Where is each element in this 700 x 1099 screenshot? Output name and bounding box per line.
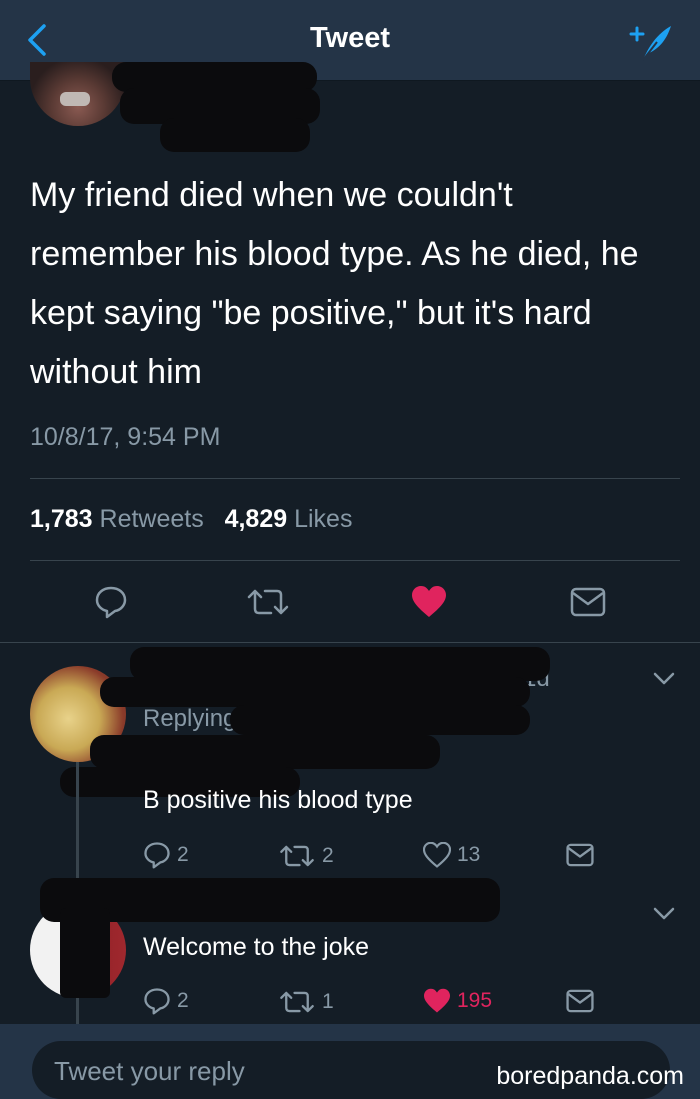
page-title: Tweet <box>309 22 391 54</box>
reply-tweet[interactable]: Welcome to the joke 2 1 195 <box>0 878 700 1024</box>
heart-filled-icon <box>412 586 446 617</box>
tweet-stats: 1,783 Retweets 4,829 Likes <box>30 505 352 534</box>
chevron-down-icon[interactable] <box>652 671 676 687</box>
retweet-count: 2 <box>322 844 334 867</box>
chevron-down-icon[interactable] <box>652 906 676 922</box>
like-count: 13 <box>457 843 481 866</box>
retweet-button[interactable]: 2 <box>278 843 334 869</box>
retweet-count[interactable]: 1,783 Retweets <box>30 505 204 533</box>
reply-icon <box>144 842 170 869</box>
retweet-count: 1 <box>322 990 334 1013</box>
retweet-icon <box>280 991 314 1013</box>
divider <box>30 478 680 479</box>
redaction-scribble <box>160 118 310 152</box>
reply-button[interactable]: 2 <box>143 987 189 1015</box>
watermark: boredpanda.com <box>496 1062 684 1090</box>
envelope-icon <box>566 989 594 1013</box>
like-count[interactable]: 4,829 Likes <box>225 505 353 533</box>
reply-text: B positive his blood type <box>143 786 413 814</box>
reply-icon <box>144 988 170 1015</box>
divider <box>30 560 680 561</box>
like-button[interactable]: 13 <box>423 842 480 868</box>
share-dm-button[interactable] <box>566 989 594 1013</box>
like-count: 195 <box>457 989 493 1012</box>
reply-count: 2 <box>177 989 189 1012</box>
like-button[interactable] <box>411 585 447 619</box>
envelope-icon <box>566 843 594 867</box>
heart-filled-icon <box>424 988 450 1013</box>
redaction-scribble <box>230 705 530 735</box>
share-dm-button[interactable] <box>570 587 606 617</box>
compose-tweet-icon[interactable] <box>623 20 675 64</box>
tweet-timestamp: 10/8/17, 9:54 PM <box>30 423 221 451</box>
reply-icon <box>95 586 127 619</box>
reply-input-placeholder: Tweet your reply <box>54 1056 245 1086</box>
reply-tweet[interactable]: ·1d Replying to B positive his blood typ… <box>0 643 700 888</box>
reply-text: Welcome to the joke <box>143 933 370 961</box>
envelope-icon <box>570 587 606 617</box>
reply-button[interactable] <box>94 585 128 619</box>
redaction-scribble <box>60 908 110 998</box>
redaction-scribble <box>130 647 550 681</box>
thread-line <box>76 762 79 886</box>
retweet-icon <box>280 845 314 867</box>
share-dm-button[interactable] <box>566 843 594 867</box>
redaction-scribble <box>90 735 440 769</box>
redaction-scribble <box>100 677 530 707</box>
reply-button[interactable]: 2 <box>143 841 189 869</box>
retweet-icon <box>247 589 289 615</box>
reply-count: 2 <box>177 843 189 866</box>
retweet-button[interactable] <box>245 587 291 617</box>
like-button[interactable]: 195 <box>423 988 492 1014</box>
tweet-text: My friend died when we couldn't remember… <box>30 176 639 391</box>
retweet-button[interactable]: 1 <box>278 989 334 1015</box>
heart-outline-icon <box>423 842 451 868</box>
